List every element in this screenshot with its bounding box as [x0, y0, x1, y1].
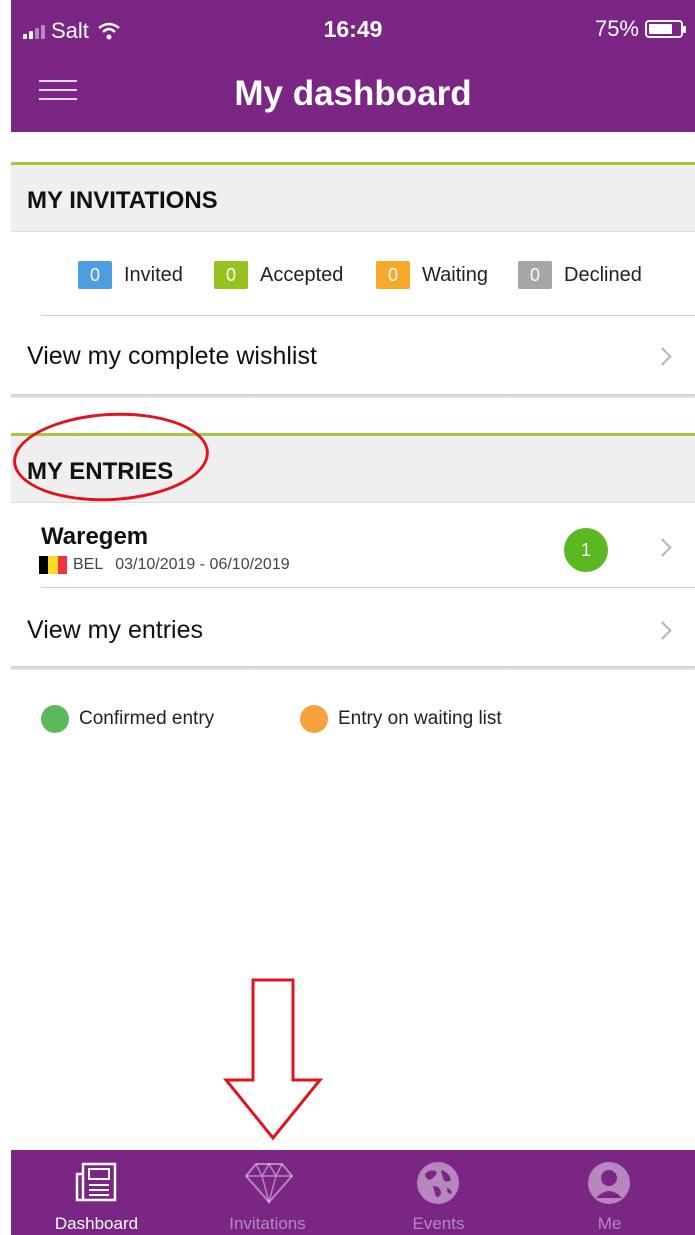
- invited-badge: 0: [78, 261, 112, 289]
- tab-label: Dashboard: [54, 1214, 139, 1233]
- invitations-section-title: MY INVITATIONS: [27, 187, 218, 214]
- entry-name: Waregem: [41, 523, 149, 550]
- confirmed-dot-icon: [41, 705, 69, 733]
- user-icon: [588, 1162, 630, 1204]
- tab-label: Events: [412, 1214, 465, 1233]
- count-invited[interactable]: 0 Invited: [78, 261, 183, 289]
- tab-label: Me: [597, 1214, 622, 1233]
- legend-confirmed: Confirmed entry: [41, 705, 214, 733]
- tab-label: Invitations: [229, 1214, 306, 1233]
- chevron-right-icon: [653, 347, 672, 366]
- waiting-dot-icon: [300, 705, 328, 733]
- battery-info: 75%: [594, 16, 686, 42]
- view-entries-label: View my entries: [27, 616, 203, 644]
- tab-dashboard[interactable]: Dashboard: [11, 1150, 182, 1235]
- globe-icon: [417, 1162, 459, 1204]
- view-entries-row[interactable]: View my entries: [11, 588, 695, 666]
- count-declined[interactable]: 0 Declined: [518, 261, 642, 289]
- invitations-section-header: MY INVITATIONS: [11, 162, 695, 232]
- accepted-label: Accepted: [260, 263, 344, 286]
- count-accepted[interactable]: 0 Accepted: [214, 261, 343, 289]
- newspaper-icon: [75, 1162, 117, 1202]
- battery-icon: [645, 20, 686, 38]
- belgium-flag-icon: [39, 556, 67, 574]
- entry-details: BEL 03/10/2019 - 06/10/2019: [39, 556, 290, 574]
- tab-bar: Dashboard Invitations Events Me: [11, 1150, 695, 1235]
- chevron-right-icon: [653, 621, 672, 640]
- tab-invitations[interactable]: Invitations: [182, 1150, 353, 1235]
- section-separator: [11, 394, 695, 398]
- count-waiting[interactable]: 0 Waiting: [376, 261, 488, 289]
- invited-label: Invited: [124, 263, 183, 286]
- view-wishlist-label: View my complete wishlist: [27, 342, 317, 370]
- waiting-badge: 0: [376, 261, 410, 289]
- status-time: 16:49: [323, 16, 383, 42]
- entry-dates: 03/10/2019 - 06/10/2019: [115, 556, 290, 573]
- annotation-arrow-icon: [223, 978, 323, 1141]
- accepted-badge: 0: [214, 261, 248, 289]
- page-title: My dashboard: [234, 74, 472, 113]
- invitation-counts: 0 Invited 0 Accepted 0 Waiting 0 Decline…: [11, 235, 695, 315]
- declined-label: Declined: [564, 263, 642, 286]
- declined-badge: 0: [518, 261, 552, 289]
- waiting-label: Waiting: [422, 263, 488, 286]
- status-bar: Salt 16:49 75%: [11, 0, 695, 62]
- legend-waiting: Entry on waiting list: [300, 705, 502, 733]
- entry-country: BEL: [73, 556, 104, 573]
- battery-percent: 75%: [594, 16, 639, 41]
- tab-me[interactable]: Me: [524, 1150, 695, 1235]
- tab-events[interactable]: Events: [353, 1150, 524, 1235]
- section-separator: [11, 666, 695, 670]
- diamond-icon: [244, 1162, 294, 1204]
- app-screen: Salt 16:49 75% My dashboard MY INVITATIO…: [11, 0, 695, 1235]
- legend-waiting-label: Entry on waiting list: [338, 708, 502, 729]
- view-wishlist-row[interactable]: View my complete wishlist: [11, 316, 695, 394]
- legend-confirmed-label: Confirmed entry: [79, 708, 215, 729]
- nav-bar: My dashboard: [11, 62, 695, 132]
- entry-count-badge: 1: [564, 528, 608, 572]
